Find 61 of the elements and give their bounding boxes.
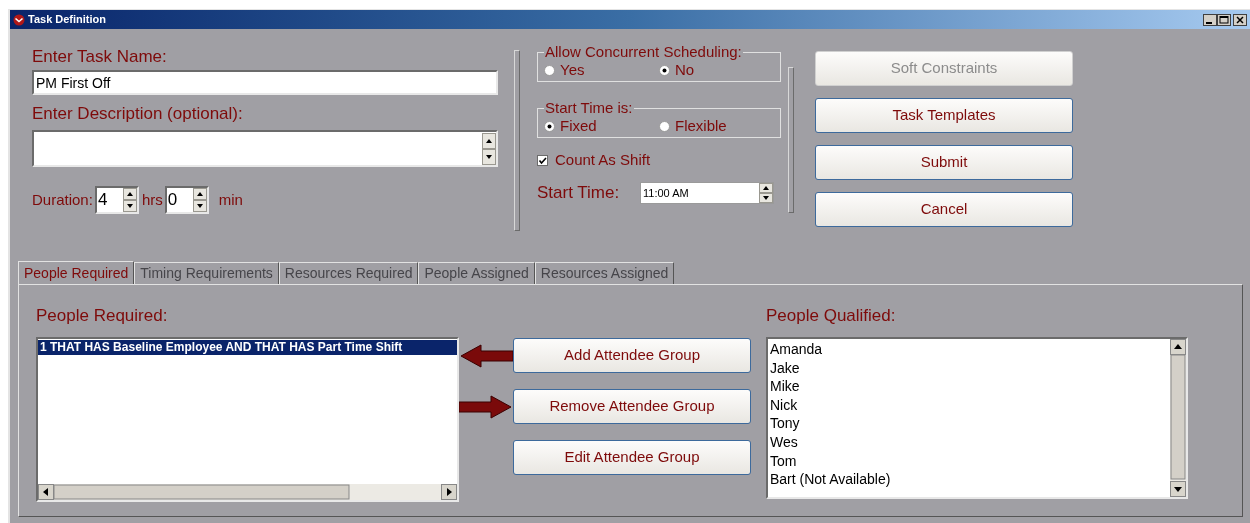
close-icon[interactable] (1233, 13, 1247, 26)
checkbox-icon[interactable] (537, 154, 548, 166)
spin-up-icon[interactable] (759, 183, 773, 193)
radio-icon[interactable] (659, 120, 670, 132)
list-item[interactable]: Nick (768, 395, 1170, 415)
right-arrow-icon (459, 393, 513, 420)
minimize-icon[interactable] (1203, 13, 1217, 26)
people-required-list[interactable]: 1 THAT HAS Baseline Employee AND THAT HAS Part Time Shift (36, 337, 459, 502)
spin-down-icon[interactable] (122, 200, 137, 212)
list-item[interactable]: Jake (768, 358, 1170, 378)
hours-field[interactable]: 4 (94, 186, 139, 214)
field-label: Start Time: (537, 182, 621, 205)
left-arrow-icon (459, 342, 513, 369)
app-icon (13, 13, 25, 26)
horizontal-scrollbar[interactable] (38, 484, 457, 500)
people-qualified-list[interactable]: Amanda Jake Mike Nick Tony Wes Tom Bart (Not Available) (766, 337, 1188, 499)
list-label: People Required: (36, 306, 169, 326)
spin-up-icon[interactable] (192, 188, 207, 200)
count-as-shift-checkbox[interactable]: Count As Shift (537, 151, 774, 169)
field-label: Enter Task Name: (32, 46, 168, 68)
list-item[interactable]: 1 THAT HAS Baseline Employee AND THAT HAS Part Time Shift (38, 340, 457, 355)
minutes-field[interactable]: 0 (164, 186, 209, 214)
radio-icon[interactable] (544, 64, 555, 76)
radio-option[interactable]: Yes (544, 61, 659, 79)
list-item[interactable]: Amanda (768, 340, 1170, 359)
attendee-group-button[interactable]: Add Attendee Group (513, 338, 751, 373)
description-field[interactable] (32, 130, 498, 167)
radio-option[interactable]: No (659, 61, 774, 79)
list-item[interactable]: Wes (768, 432, 1170, 452)
spin-down-icon[interactable] (192, 200, 207, 212)
window-title: Task Definition (28, 14, 107, 25)
list-item[interactable]: Tony (768, 414, 1170, 433)
spin-up-icon[interactable] (482, 132, 496, 149)
group-label: Start Time is: (544, 99, 634, 117)
attendee-group-button[interactable]: Edit Attendee Group (513, 440, 751, 475)
spin-down-icon[interactable] (482, 148, 496, 165)
radio-option[interactable]: Flexible (659, 117, 774, 135)
unit-label: min (218, 189, 243, 210)
start-time-field[interactable]: 11:00 AM (640, 182, 774, 204)
list-item[interactable]: Tom (768, 451, 1170, 471)
dialog-button[interactable]: Cancel (815, 192, 1073, 227)
maximize-icon[interactable] (1217, 13, 1231, 26)
dialog-button[interactable]: Submit (815, 145, 1073, 180)
list-item[interactable]: Bart (Not Available) (768, 470, 1170, 489)
dialog-button: Soft Constraints (815, 51, 1073, 86)
field-label: Enter Description (optional): (32, 103, 244, 125)
unit-label: hrs (141, 189, 163, 210)
spin-down-icon[interactable] (759, 193, 773, 203)
tab[interactable]: People Required (18, 261, 135, 284)
radio-icon[interactable] (659, 64, 670, 76)
radio-icon[interactable] (544, 120, 555, 132)
field-label: Duration: (32, 189, 93, 210)
radio-option[interactable]: Fixed (544, 117, 659, 135)
list-label: People Qualified: (766, 306, 897, 326)
task-name-field[interactable]: PM First Off (32, 70, 498, 95)
dialog-button[interactable]: Task Templates (815, 98, 1073, 133)
list-item[interactable]: Mike (768, 377, 1170, 396)
spin-up-icon[interactable] (122, 188, 137, 200)
attendee-group-button[interactable]: Remove Attendee Group (513, 389, 751, 424)
vertical-scrollbar[interactable] (1170, 339, 1186, 497)
group-label: Allow Concurrent Scheduling: (544, 43, 743, 61)
